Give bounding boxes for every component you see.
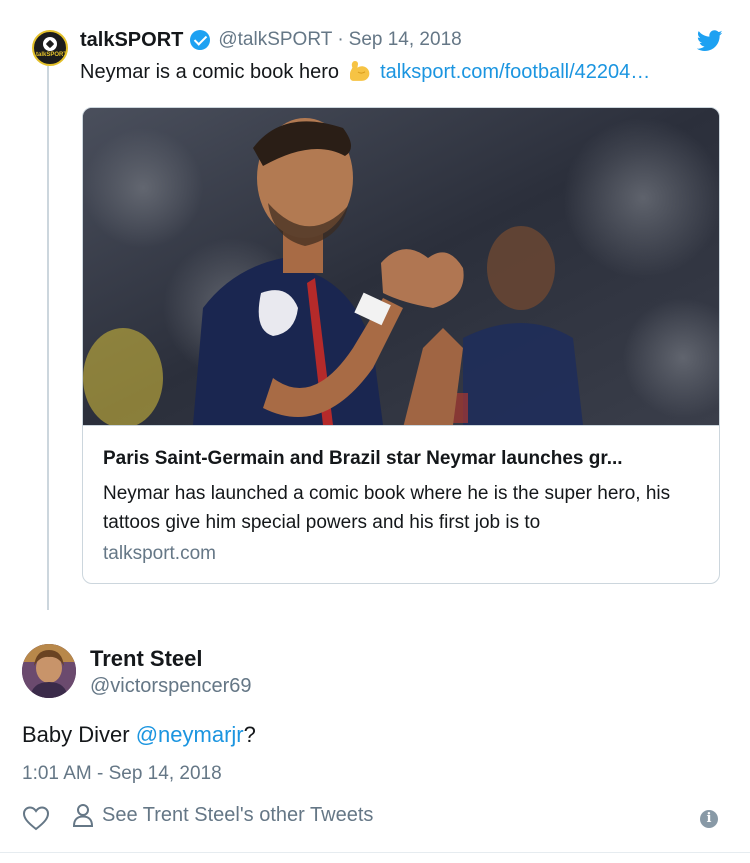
card-description: Neymar has launched a comic book where h… bbox=[103, 483, 671, 533]
quoted-tweet-header: talkSPORT @talkSPORT · Sep 14, 2018 bbox=[80, 28, 462, 52]
talksport-avatar[interactable]: talkSPORT bbox=[32, 30, 68, 66]
quoted-author-name[interactable]: talkSPORT bbox=[80, 29, 183, 52]
author-avatar[interactable] bbox=[22, 644, 76, 698]
football-icon bbox=[43, 37, 57, 51]
info-icon[interactable]: i bbox=[700, 810, 718, 828]
card-domain[interactable]: talksport.com bbox=[103, 543, 699, 565]
author-handle[interactable]: @victorspencer69 bbox=[90, 675, 251, 698]
thread-connector-line bbox=[47, 66, 49, 610]
bottom-divider bbox=[0, 852, 750, 853]
neymar-celebrating-photo bbox=[83, 108, 719, 425]
tweet-text-end: ? bbox=[243, 722, 256, 747]
verified-badge-icon bbox=[190, 30, 211, 50]
quoted-tweet-link[interactable]: talksport.com/football/42204… bbox=[380, 61, 650, 83]
quoted-author-handle[interactable]: @talkSPORT bbox=[218, 29, 332, 51]
author-name[interactable]: Trent Steel bbox=[90, 646, 202, 672]
author-avatar-image bbox=[22, 644, 76, 698]
heart-icon[interactable] bbox=[22, 805, 50, 831]
quoted-tweet-text: Neymar is a comic book hero talksport.co… bbox=[80, 60, 720, 84]
quoted-tweet-date[interactable]: Sep 14, 2018 bbox=[349, 29, 462, 51]
link-preview-card[interactable]: Paris Saint-Germain and Brazil star Neym… bbox=[82, 107, 720, 584]
header-separator: · bbox=[337, 29, 344, 50]
card-image[interactable] bbox=[83, 108, 719, 425]
twitter-bird-icon[interactable] bbox=[697, 30, 723, 52]
flexed-biceps-emoji-icon bbox=[349, 61, 369, 81]
card-body[interactable]: Paris Saint-Germain and Brazil star Neym… bbox=[83, 425, 719, 583]
tweet-actions: See Trent Steel's other Tweets i bbox=[22, 800, 728, 834]
quoted-tweet-body: Neymar is a comic book hero bbox=[80, 61, 339, 83]
person-icon bbox=[72, 804, 94, 827]
see-other-tweets-label[interactable]: See Trent Steel's other Tweets bbox=[102, 804, 373, 827]
card-title[interactable]: Paris Saint-Germain and Brazil star Neym… bbox=[103, 446, 699, 472]
tweet-timestamp[interactable]: 1:01 AM - Sep 14, 2018 bbox=[22, 763, 222, 785]
see-other-tweets-link[interactable]: See Trent Steel's other Tweets bbox=[72, 803, 373, 827]
avatar-logo-text: talkSPORT bbox=[36, 52, 68, 58]
tweet-text-body: Baby Diver bbox=[22, 722, 136, 747]
tweet-text: Baby Diver @neymarjr? bbox=[22, 722, 256, 748]
mention-link[interactable]: @neymarjr bbox=[136, 722, 244, 747]
